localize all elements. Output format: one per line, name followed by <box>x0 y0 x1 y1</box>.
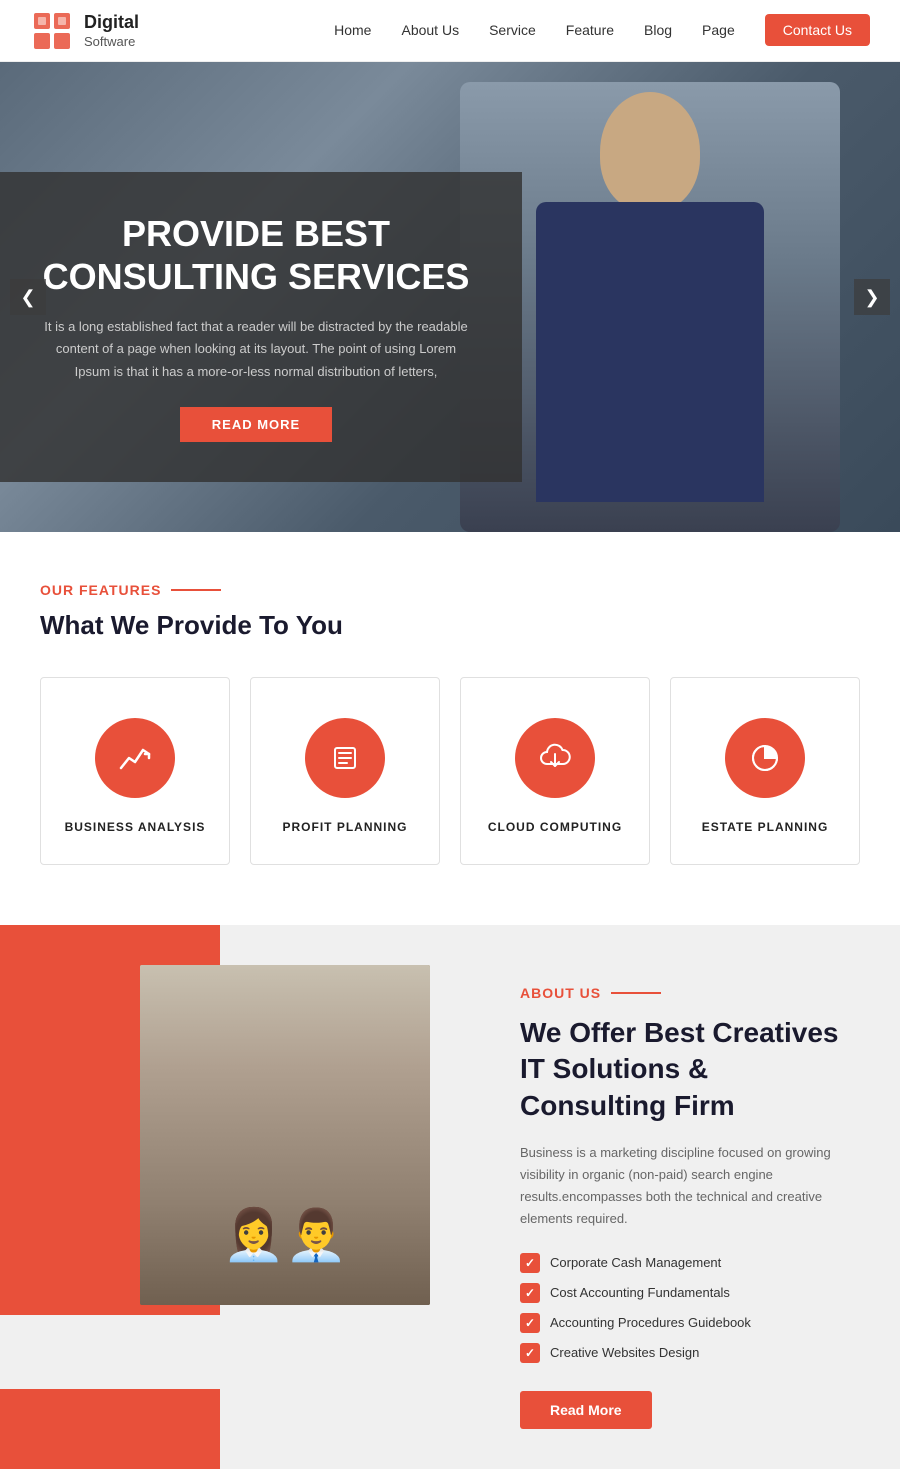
business-analysis-icon-circle <box>95 718 175 798</box>
about-section: ABOUT US We Offer Best Creatives IT Solu… <box>0 925 900 1469</box>
nav-link-feature[interactable]: Feature <box>566 22 614 38</box>
list-icon <box>327 740 363 776</box>
check-icon-1 <box>520 1253 540 1273</box>
about-title: We Offer Best Creatives IT Solutions & C… <box>520 1015 860 1124</box>
nav-link-page[interactable]: Page <box>702 22 735 38</box>
check-icon-2 <box>520 1283 540 1303</box>
pie-icon <box>747 740 783 776</box>
hero-title: PROVIDE BEST CONSULTING SERVICES <box>40 212 472 298</box>
chart-icon <box>117 740 153 776</box>
nav-item-feature[interactable]: Feature <box>566 22 614 40</box>
cloud-computing-label: CLOUD COMPUTING <box>481 820 629 834</box>
about-right-panel: ABOUT US We Offer Best Creatives IT Solu… <box>460 925 900 1469</box>
nav-links: Home About Us Service Feature Blog Page … <box>334 22 870 40</box>
slider-next-button[interactable]: ❯ <box>854 279 890 315</box>
about-red-bottom <box>0 1389 220 1469</box>
check-icon-4 <box>520 1343 540 1363</box>
brand-name: Digital <box>84 12 139 34</box>
features-label: OUR FEATURES <box>40 582 860 598</box>
nav-item-blog[interactable]: Blog <box>644 22 672 40</box>
estate-planning-icon-circle <box>725 718 805 798</box>
profit-planning-label: PROFIT PLANNING <box>271 820 419 834</box>
estate-planning-label: ESTATE PLANNING <box>691 820 839 834</box>
logo-icon <box>30 9 74 53</box>
checklist-item-1: Corporate Cash Management <box>520 1253 860 1273</box>
hero-read-more-button[interactable]: READ MORE <box>180 407 332 442</box>
nav-link-service[interactable]: Service <box>489 22 536 38</box>
about-left-panel <box>0 925 460 1469</box>
about-section-label: ABOUT US <box>520 985 860 1001</box>
about-checklist: Corporate Cash Management Cost Accountin… <box>520 1253 860 1363</box>
hero-overlay: PROVIDE BEST CONSULTING SERVICES It is a… <box>0 172 522 482</box>
hero-description: It is a long established fact that a rea… <box>40 316 472 382</box>
about-read-more-button[interactable]: Read More <box>520 1391 652 1429</box>
profit-planning-icon-circle <box>305 718 385 798</box>
hero-section: PROVIDE BEST CONSULTING SERVICES It is a… <box>0 62 900 532</box>
business-analysis-label: BUSINESS ANALYSIS <box>61 820 209 834</box>
checklist-label-3: Accounting Procedures Guidebook <box>550 1315 751 1330</box>
nav-link-blog[interactable]: Blog <box>644 22 672 38</box>
nav-link-about[interactable]: About Us <box>401 22 459 38</box>
check-icon-3 <box>520 1313 540 1333</box>
logo-text: Digital Software <box>84 12 139 49</box>
features-title: What We Provide To You <box>40 610 860 641</box>
nav-item-contact[interactable]: Contact Us <box>765 22 870 40</box>
cloud-computing-icon-circle <box>515 718 595 798</box>
contact-button[interactable]: Contact Us <box>765 14 870 46</box>
logo[interactable]: Digital Software <box>30 9 139 53</box>
checklist-label-4: Creative Websites Design <box>550 1345 699 1360</box>
feature-card-profit-planning[interactable]: PROFIT PLANNING <box>250 677 440 865</box>
nav-link-home[interactable]: Home <box>334 22 371 38</box>
checklist-item-3: Accounting Procedures Guidebook <box>520 1313 860 1333</box>
feature-card-cloud-computing[interactable]: CLOUD COMPUTING <box>460 677 650 865</box>
features-grid: BUSINESS ANALYSIS PROFIT PLANNING <box>40 677 860 865</box>
feature-card-estate-planning[interactable]: ESTATE PLANNING <box>670 677 860 865</box>
checklist-label-2: Cost Accounting Fundamentals <box>550 1285 730 1300</box>
about-description: Business is a marketing discipline focus… <box>520 1142 860 1230</box>
checklist-item-2: Cost Accounting Fundamentals <box>520 1283 860 1303</box>
feature-card-business-analysis[interactable]: BUSINESS ANALYSIS <box>40 677 230 865</box>
features-section: OUR FEATURES What We Provide To You BUSI… <box>0 532 900 925</box>
about-team-image <box>140 965 430 1305</box>
nav-item-service[interactable]: Service <box>489 22 536 40</box>
slider-prev-button[interactable]: ❮ <box>10 279 46 315</box>
checklist-label-1: Corporate Cash Management <box>550 1255 721 1270</box>
brand-sub: Software <box>84 34 139 50</box>
checklist-item-4: Creative Websites Design <box>520 1343 860 1363</box>
nav-item-home[interactable]: Home <box>334 22 371 40</box>
nav-item-about[interactable]: About Us <box>401 22 459 40</box>
navbar: Digital Software Home About Us Service F… <box>0 0 900 62</box>
cloud-icon <box>537 740 573 776</box>
nav-item-page[interactable]: Page <box>702 22 735 40</box>
